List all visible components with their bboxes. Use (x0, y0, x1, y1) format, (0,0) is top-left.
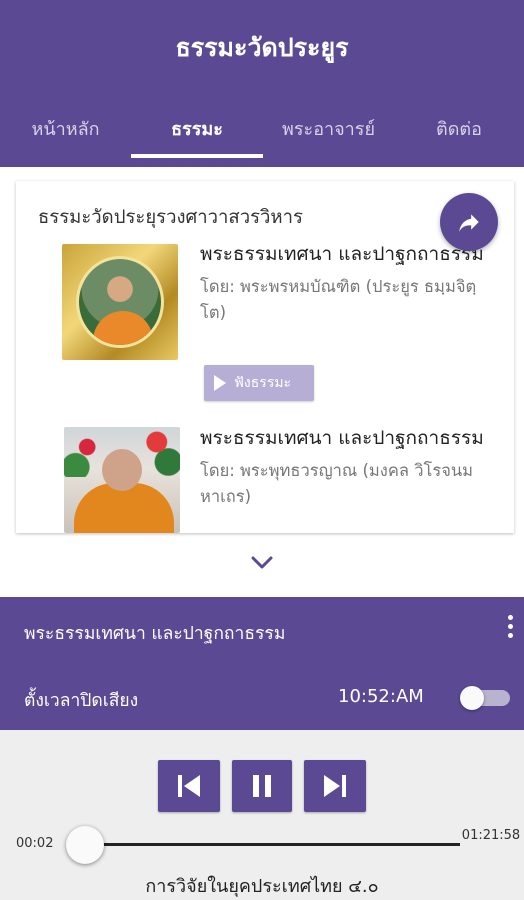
pause-button[interactable] (232, 760, 292, 812)
active-tab-indicator (131, 154, 263, 158)
tab-monks[interactable]: พระอาจารย์ (263, 106, 394, 167)
item-author: โดย: พระพุทธวรญาณ (มงคล วิโรจนมหาเถร) (200, 461, 474, 506)
item-author: โดย: พระพรหมบัณฑิต (ประยูร ธมฺมจิตฺโต) (200, 277, 477, 322)
sleep-timer-label: ตั้งเวลาปิดเสียง (24, 691, 139, 711)
tab-home[interactable]: หน้าหลัก (0, 106, 131, 167)
elapsed-time: 00:02 (16, 836, 54, 851)
listen-button-label: ฟังธรรมะ (234, 375, 292, 391)
share-icon (459, 214, 479, 232)
seek-bar[interactable] (84, 843, 460, 846)
list-item[interactable]: พระธรรมเทศนา และปาฐกถาธรรม โดย: พระพรหมบ… (200, 241, 490, 326)
seek-thumb[interactable] (66, 826, 104, 864)
list-item[interactable]: พระธรรมเทศนา และปาฐกถาธรรม โดย: พระพุทธว… (200, 425, 490, 510)
previous-button[interactable] (158, 760, 220, 812)
skip-previous-icon (178, 775, 200, 797)
tab-contact[interactable]: ติดต่อ (394, 106, 524, 167)
listen-button[interactable]: ฟังธรรมะ (204, 365, 314, 401)
sleep-timer-toggle[interactable] (458, 686, 514, 710)
app-bar: ธรรมะวัดประยูร หน้าหลัก ธรรมะ พระอาจารย์… (0, 0, 524, 167)
play-icon (214, 375, 226, 391)
chevron-down-icon[interactable] (247, 548, 277, 578)
skip-next-icon (324, 775, 346, 797)
player-panel: พระธรรมเทศนา และปาฐกถาธรรม ตั้งเวลาปิดเส… (0, 597, 524, 730)
pause-icon (253, 775, 271, 797)
total-time: 01:21:58 (461, 828, 521, 843)
elder-monk-image (64, 427, 180, 533)
sleep-timer-time[interactable]: 10:52:AM (338, 686, 424, 707)
dhamma-card: ธรรมะวัดประยุรวงศาวาสวรวิหาร พระธรรมเทศน… (16, 181, 514, 533)
card-title: ธรรมะวัดประยุรวงศาวาสวรวิหาร (38, 207, 303, 228)
next-button[interactable] (304, 760, 366, 812)
item-title: พระธรรมเทศนา และปาฐกถาธรรม (200, 427, 484, 449)
app-title: ธรรมะวัดประยูร (175, 33, 349, 62)
playback-controls: 00:02 01:21:58 การวิจัยในยุคประเทศไทย ๔.… (0, 730, 524, 900)
share-button[interactable] (440, 193, 498, 251)
monk-portrait-image (62, 244, 178, 360)
item-title: พระธรรมเทศนา และปาฐกถาธรรม (200, 243, 484, 265)
more-vert-icon[interactable] (500, 615, 520, 647)
now-playing-title: พระธรรมเทศนา และปาฐกถาธรรม (24, 624, 286, 644)
track-title: การวิจัยในยุคประเทศไทย ๔.๐ (145, 876, 379, 897)
